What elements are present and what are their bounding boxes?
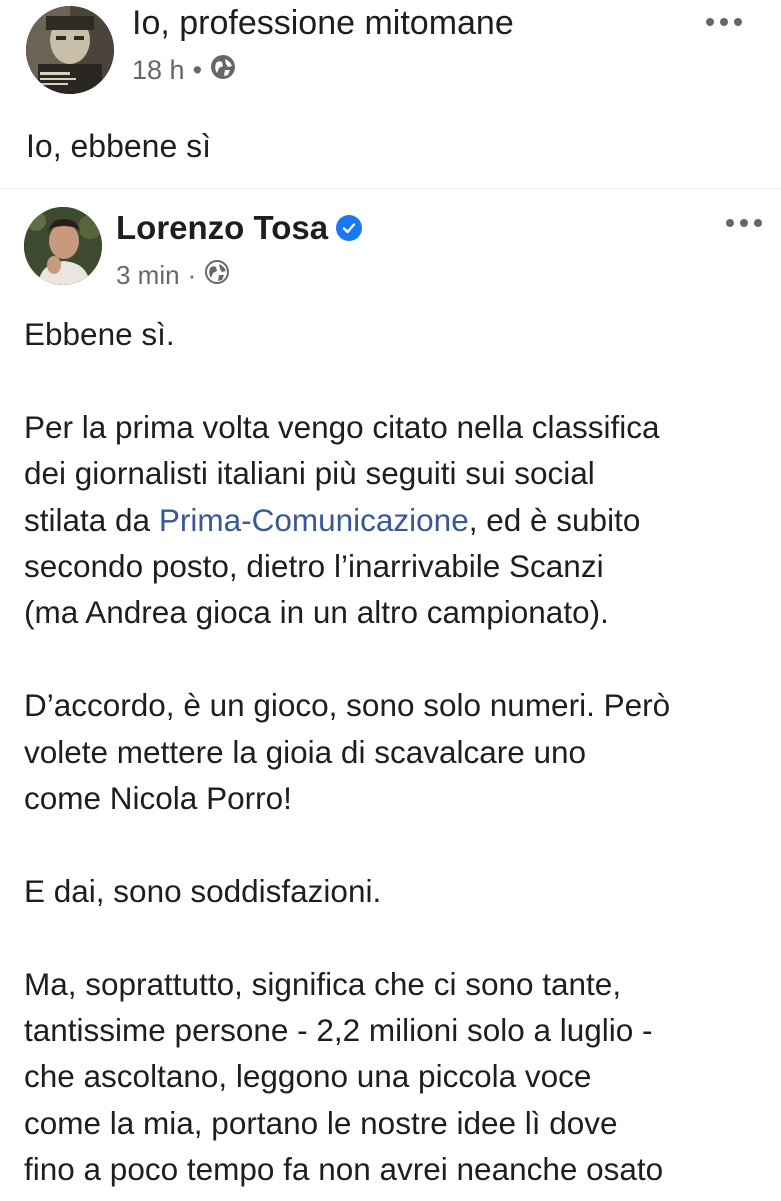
text-line: che ascoltano, leggono una piccola voce xyxy=(24,1058,592,1095)
post-meta: 18 h • xyxy=(132,54,236,87)
shared-post: Lorenzo Tosa 3 min · Ebbene sì. Per la p… xyxy=(0,188,781,1201)
globe-icon xyxy=(204,259,230,292)
text-fragment: stilata da xyxy=(24,501,159,538)
meta-separator: • xyxy=(192,55,203,85)
text-line: D’accordo, è un gioco, sono solo numeri.… xyxy=(24,687,671,724)
paragraph: Per la prima volta vengo citato nella cl… xyxy=(24,404,764,636)
author-avatar[interactable] xyxy=(24,207,102,285)
verified-badge-icon xyxy=(336,215,363,241)
paragraph: D’accordo, è un gioco, sono solo numeri.… xyxy=(24,682,764,821)
text-line: come la mia, portano le nostre idee lì d… xyxy=(24,1104,618,1141)
text-line: come Nicola Porro! xyxy=(24,780,292,817)
text-line: Per la prima volta vengo citato nella cl… xyxy=(24,408,660,445)
outer-post-text: Io, ebbene sì xyxy=(26,128,212,164)
paragraph: E dai, sono soddisfazioni. xyxy=(24,868,764,914)
text-line: tantissime persone - 2,2 milioni solo a … xyxy=(24,1012,653,1049)
globe-icon xyxy=(210,54,236,87)
post-timestamp[interactable]: 18 h xyxy=(132,55,185,86)
paragraph: Ma, soprattutto, significa che ci sono t… xyxy=(24,961,764,1193)
more-options-icon[interactable] xyxy=(726,219,762,227)
text-line: fino a poco tempo fa non avrei neanche o… xyxy=(24,1151,664,1188)
text-line: volete mettere la gioia di scavalcare un… xyxy=(24,733,587,770)
page-name-link[interactable]: Io, professione mitomane xyxy=(132,4,514,43)
page-avatar[interactable] xyxy=(26,6,114,94)
more-options-icon[interactable] xyxy=(706,18,742,26)
meta-separator: · xyxy=(187,260,197,290)
text-line: dei giornalisti italiani più seguiti sui… xyxy=(24,455,595,492)
text-line: Ebbene sì. xyxy=(24,316,175,352)
shared-post-timestamp[interactable]: 3 min xyxy=(116,260,180,291)
paragraph: Ebbene sì. xyxy=(24,311,764,357)
author-avatar-image xyxy=(24,207,102,285)
text-line: Ma, soprattutto, significa che ci sono t… xyxy=(24,965,622,1002)
prima-comunicazione-link[interactable]: Prima-Comunicazione xyxy=(159,502,469,538)
text-line: E dai, sono soddisfazioni. xyxy=(24,872,382,909)
text-line: (ma Andrea gioca in un altro campionato)… xyxy=(24,594,609,631)
page-avatar-image xyxy=(26,6,114,94)
author-name-link[interactable]: Lorenzo Tosa xyxy=(116,209,328,247)
text-line: stilata da Prima-Comunicazione, ed è sub… xyxy=(24,497,764,543)
post-body: Ebbene sì. Per la prima volta vengo cita… xyxy=(24,311,764,1193)
shared-post-meta: 3 min · xyxy=(116,259,230,292)
author-row: Lorenzo Tosa xyxy=(116,209,363,247)
text-fragment: , ed è subito xyxy=(468,501,641,538)
outer-post-header: Io, professione mitomane 18 h • xyxy=(0,0,781,110)
text-line: secondo posto, dietro l’inarrivabile Sca… xyxy=(24,548,604,585)
